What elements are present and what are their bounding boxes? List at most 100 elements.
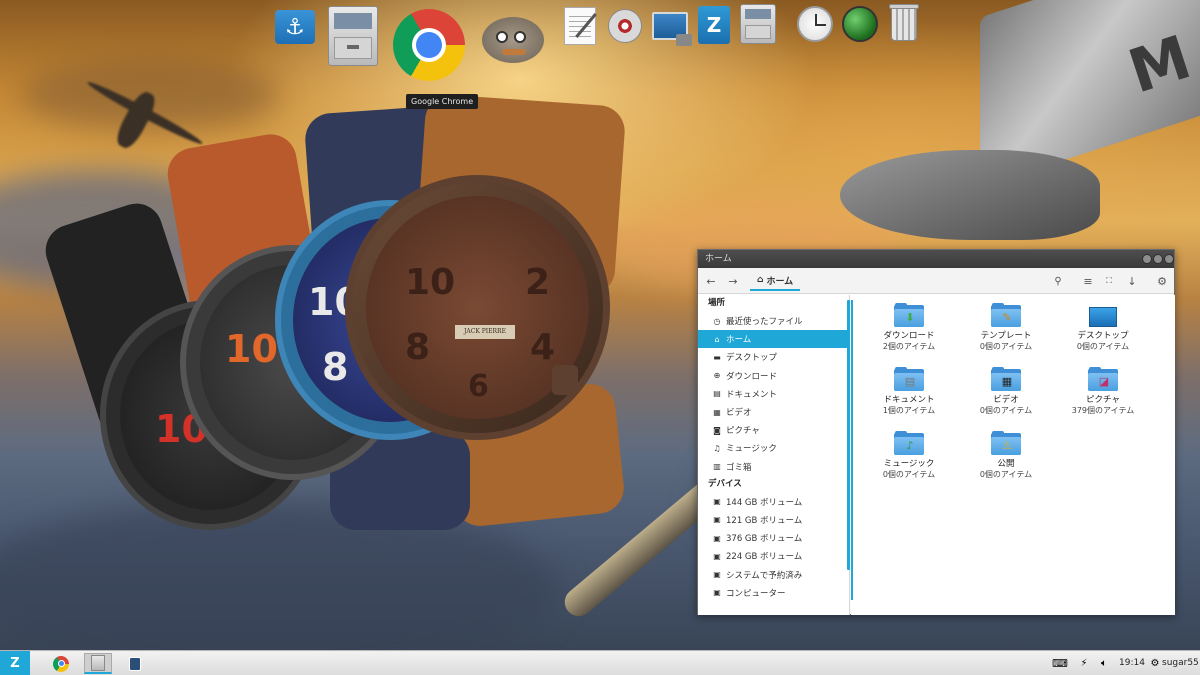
file-item[interactable]: ◪ ピクチャ 379個のアイテム	[1055, 367, 1151, 416]
screenshot-icon[interactable]	[650, 6, 692, 46]
document-icon: ▤	[713, 389, 721, 399]
toolbar: ← → ⌂ ホーム ⚲ ≡ ⛶ ↓ ⚙	[698, 268, 1174, 294]
user-gear-icon[interactable]: ⚙	[1149, 653, 1161, 674]
file-item[interactable]: ▤ ドキュメント 1個のアイテム	[861, 367, 957, 416]
icon-view-button[interactable]: ⛶	[1101, 273, 1117, 289]
sidebar-item-label: ホーム	[726, 335, 752, 346]
file-name: ドキュメント	[883, 395, 935, 405]
sidebar-item[interactable]: ◙ ピクチャ	[698, 421, 849, 439]
sidebar-item[interactable]: ▬ デスクトップ	[698, 348, 849, 366]
sidebar-item-label: 224 GB ボリューム	[726, 552, 803, 563]
folder-pencil-icon: ✎	[991, 303, 1021, 327]
file-name: ビデオ	[993, 395, 1019, 405]
sidebar-item[interactable]: ▣ 121 GB ボリューム	[698, 511, 849, 529]
path-button-home[interactable]: ⌂ ホーム	[750, 271, 801, 291]
user-name[interactable]: sugar55	[1162, 651, 1199, 675]
close-button[interactable]	[1164, 254, 1174, 264]
home-icon: ⌂	[714, 334, 720, 344]
keyboard-icon[interactable]: ⌨	[1052, 653, 1068, 674]
drive-icon: ▣	[713, 551, 721, 561]
file-item-count: 1個のアイテム	[882, 406, 936, 415]
file-cabinet-icon[interactable]	[326, 4, 380, 68]
file-name: デスクトップ	[1077, 331, 1129, 341]
file-name: テンプレート	[980, 331, 1032, 341]
folder-desktop-icon	[1088, 303, 1118, 327]
drive-icon: ▣	[713, 497, 721, 507]
maximize-button[interactable]	[1153, 254, 1163, 264]
forward-button[interactable]: →	[726, 273, 740, 289]
taskbar-chrome[interactable]	[48, 653, 74, 674]
network-icon[interactable]: ⚡	[1076, 653, 1092, 674]
sidebar: 場所 ◷ 最近使ったファイル ⌂ ホーム ▬ デスクトップ ⊕ ダウンロード ▤ ドキュメント ▦ ビ…	[698, 295, 850, 615]
sidebar-item[interactable]: ▥ ゴミ箱	[698, 458, 849, 476]
volume-icon[interactable]: 🔈︎	[1096, 653, 1112, 674]
sidebar-item-label: システムで予約済み	[726, 570, 803, 581]
minimize-button[interactable]	[1142, 254, 1152, 264]
camera-icon: ◙	[713, 425, 721, 435]
taskbar-files[interactable]	[84, 653, 112, 674]
taskbar-screenshot[interactable]	[122, 653, 148, 674]
content-scrollbar[interactable]	[851, 300, 853, 600]
sidebar-item-label: 最近使ったファイル	[726, 317, 803, 328]
file-item-count: 0個のアイテム	[979, 470, 1033, 479]
search-button[interactable]: ⚲	[1050, 273, 1066, 289]
disc-burner-icon[interactable]	[605, 6, 645, 46]
sidebar-item[interactable]: ▣ システムで予約済み	[698, 565, 849, 583]
file-name: 公開	[997, 459, 1015, 469]
file-name: ピクチャ	[1086, 395, 1120, 405]
sidebar-item-label: コンピューター	[726, 588, 786, 599]
taskbar: Z ⌨ ⚡ 🔈︎ 19:14 ⚙ sugar55	[0, 650, 1200, 675]
places-header: 場所	[708, 298, 726, 308]
sidebar-scrollbar[interactable]	[847, 300, 850, 570]
file-item[interactable]: ⚠ 公開 0個のアイテム	[958, 431, 1054, 480]
sort-button[interactable]: ↓	[1124, 273, 1140, 289]
sidebar-item[interactable]: ▣ コンピューター	[698, 584, 849, 602]
file-item[interactable]: デスクトップ 0個のアイテム	[1055, 303, 1151, 352]
sidebar-item[interactable]: ▣ 376 GB ボリューム	[698, 529, 849, 547]
list-view-button[interactable]: ≡	[1080, 273, 1096, 289]
folder-icon: ▬	[713, 352, 721, 362]
sidebar-item[interactable]: ⌂ ホーム	[698, 330, 849, 349]
file-cabinet-small-icon[interactable]	[738, 2, 778, 46]
folder-film-icon: ▦	[991, 367, 1021, 391]
home-icon: ⌂	[757, 275, 764, 285]
sidebar-item[interactable]: ⊕ ダウンロード	[698, 367, 849, 385]
anchor-icon[interactable]: ⚓	[275, 10, 315, 44]
sidebar-item[interactable]: ▣ 224 GB ボリューム	[698, 547, 849, 565]
sidebar-item-label: ドキュメント	[726, 389, 778, 400]
sidebar-item[interactable]: ▣ 144 GB ボリューム	[698, 493, 849, 511]
text-editor-icon[interactable]	[560, 6, 600, 46]
drive-icon: ▣	[713, 533, 721, 543]
chrome-icon[interactable]	[392, 8, 466, 82]
sidebar-item[interactable]: ♫ ミュージック	[698, 439, 849, 457]
green-orb-icon[interactable]	[840, 4, 880, 44]
sidebar-item[interactable]: ▦ ビデオ	[698, 403, 849, 421]
file-item[interactable]: ♪ ミュージック 0個のアイテム	[861, 431, 957, 480]
file-item-count: 2個のアイテム	[882, 342, 936, 351]
file-name: ミュージック	[883, 459, 935, 469]
drive-icon: ▣	[713, 588, 721, 598]
sidebar-item[interactable]: ◷ 最近使ったファイル	[698, 312, 849, 330]
file-manager-window: ホーム ← → ⌂ ホーム ⚲ ≡ ⛶ ↓ ⚙ 場所 ◷ 最近使ったファイル ⌂ ホー…	[697, 249, 1175, 615]
file-item[interactable]: ▦ ビデオ 0個のアイテム	[958, 367, 1054, 416]
gimp-icon[interactable]	[475, 12, 551, 68]
folder-share-icon: ⚠	[991, 431, 1021, 455]
window-titlebar[interactable]: ホーム	[698, 250, 1174, 268]
clock-time[interactable]: 19:14	[1119, 651, 1145, 675]
software-store-icon[interactable]: Z	[696, 4, 732, 46]
sidebar-item[interactable]: ▤ ドキュメント	[698, 385, 849, 403]
chrome-small-icon	[53, 655, 69, 672]
clock-icon[interactable]	[795, 4, 835, 44]
file-item[interactable]: ⬇ ダウンロード 2個のアイテム	[861, 303, 957, 352]
drive-icon: ▣	[713, 515, 721, 525]
trash-icon[interactable]	[886, 4, 922, 44]
file-item[interactable]: ✎ テンプレート 0個のアイテム	[958, 303, 1054, 352]
start-menu-button[interactable]: Z	[0, 651, 30, 675]
folder-document-icon: ▤	[894, 367, 924, 391]
sidebar-item-label: ミュージック	[726, 444, 777, 455]
sidebar-item-label: ビデオ	[726, 408, 752, 419]
back-button[interactable]: ←	[704, 273, 718, 289]
sidebar-item-label: 376 GB ボリューム	[726, 534, 803, 545]
file-name: ダウンロード	[883, 331, 935, 341]
settings-button[interactable]: ⚙	[1154, 273, 1170, 289]
